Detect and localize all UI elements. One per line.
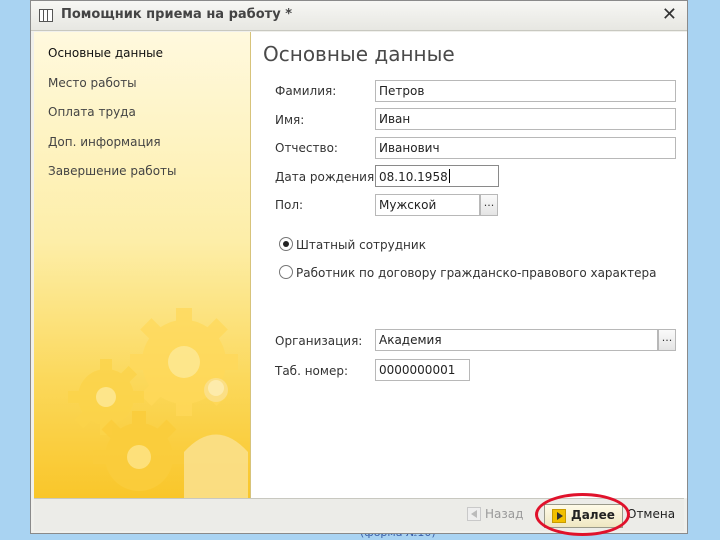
arrow-right-icon xyxy=(552,509,566,523)
surname-label: Фамилия: xyxy=(275,84,337,98)
radio-staff-employee-label[interactable]: Штатный сотрудник xyxy=(296,238,426,252)
window-menu-icon[interactable] xyxy=(39,9,53,22)
sidebar-item-finish[interactable]: Завершение работы xyxy=(48,164,177,178)
wizard-footer: Назад Далее Отмена xyxy=(34,498,684,531)
gears-illustration-icon xyxy=(68,308,248,498)
birthdate-field[interactable]: 08.10.1958 xyxy=(375,165,499,187)
page-title: Основные данные xyxy=(263,42,455,66)
sidebar-item-main-data[interactable]: Основные данные xyxy=(48,46,163,60)
organization-field[interactable]: Академия xyxy=(375,329,658,351)
sidebar-item-additional-info[interactable]: Доп. информация xyxy=(48,135,161,149)
name-label: Имя: xyxy=(275,113,305,127)
title-bar: Помощник приема на работу * ✕ xyxy=(31,1,687,31)
text-cursor xyxy=(448,169,450,183)
birthdate-label: Дата рождения: xyxy=(275,170,379,184)
arrow-left-icon xyxy=(467,507,481,521)
next-button[interactable]: Далее xyxy=(544,504,623,528)
birthdate-value: 08.10.1958 xyxy=(379,170,448,184)
patronymic-field[interactable]: Иванович xyxy=(375,137,676,159)
surname-field[interactable]: Петров xyxy=(375,80,676,102)
tab-number-field[interactable]: 0000000001 xyxy=(375,359,470,381)
radio-civil-contract-label[interactable]: Работник по договору гражданско-правовог… xyxy=(296,266,657,280)
name-field[interactable]: Иван xyxy=(375,108,676,130)
form-panel: Основные данные Фамилия: Петров Имя: Ива… xyxy=(251,32,687,498)
back-button[interactable]: Назад xyxy=(467,507,523,527)
tab-number-label: Таб. номер: xyxy=(275,364,348,378)
wizard-steps-sidebar: Основные данные Место работы Оплата труд… xyxy=(34,32,251,498)
radio-civil-contract[interactable] xyxy=(279,265,293,279)
sidebar-item-payment[interactable]: Оплата труда xyxy=(48,105,136,119)
back-button-label: Назад xyxy=(485,507,524,521)
next-button-label: Далее xyxy=(571,508,615,522)
gender-label: Пол: xyxy=(275,198,304,212)
patronymic-label: Отчество: xyxy=(275,141,338,155)
wizard-window: Помощник приема на работу * ✕ Основные д… xyxy=(30,0,688,534)
gender-select-button[interactable]: ... xyxy=(480,194,498,216)
organization-label: Организация: xyxy=(275,334,363,348)
close-button[interactable]: ✕ xyxy=(662,4,677,25)
window-title: Помощник приема на работу * xyxy=(61,7,293,22)
organization-select-button[interactable]: ... xyxy=(658,329,676,351)
radio-staff-employee[interactable] xyxy=(279,237,293,251)
sidebar-item-workplace[interactable]: Место работы xyxy=(48,76,137,90)
cancel-button[interactable]: Отмена xyxy=(627,507,675,521)
gender-field[interactable]: Мужской xyxy=(375,194,480,216)
